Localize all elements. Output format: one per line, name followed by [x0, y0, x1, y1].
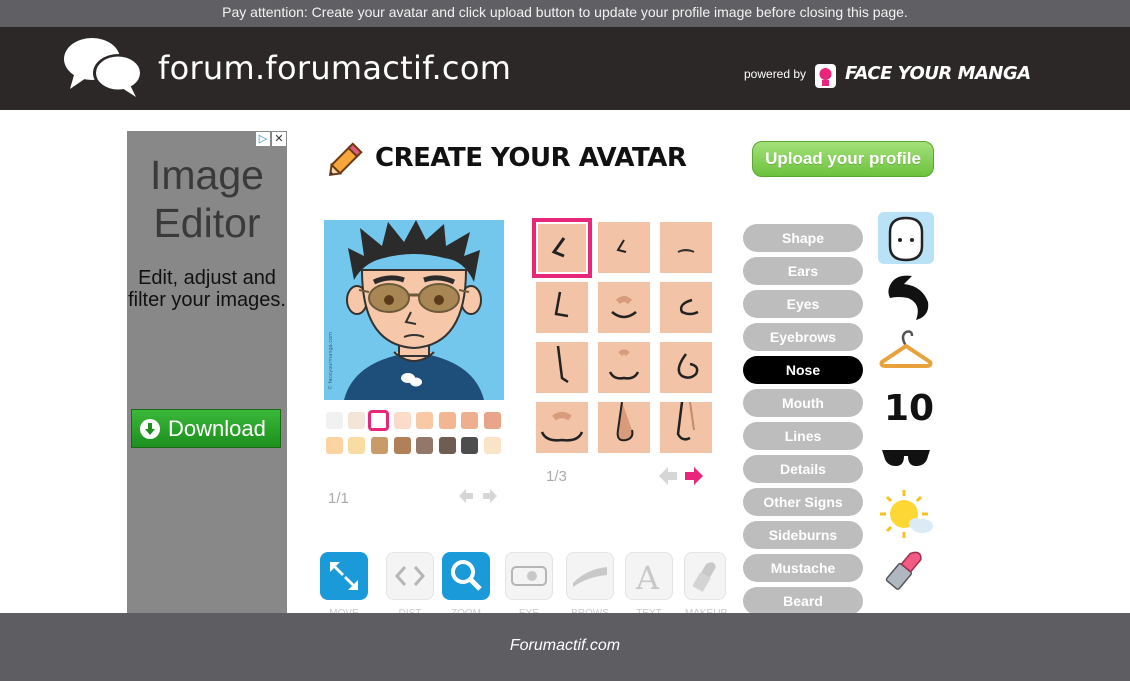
category-beard[interactable]: Beard: [743, 587, 863, 615]
skin-swatch[interactable]: [394, 437, 411, 454]
nose-option[interactable]: [598, 342, 650, 393]
skin-swatch[interactable]: [371, 437, 388, 454]
nose-option[interactable]: [598, 282, 650, 333]
download-arrow-icon: [140, 418, 160, 439]
svg-text:© faceyourmanga.com: © faceyourmanga.com: [327, 332, 334, 390]
distance-tool[interactable]: [386, 552, 434, 600]
svg-text:A: A: [635, 559, 660, 597]
site-title[interactable]: forum.forumactif.com: [158, 49, 511, 87]
category-shape[interactable]: Shape: [743, 224, 863, 252]
skin-swatch[interactable]: [348, 437, 365, 454]
hair-icon[interactable]: [878, 272, 934, 324]
arrow-left-icon[interactable]: [657, 465, 679, 487]
pencil-icon: [328, 142, 363, 177]
nose-pagination: [657, 465, 705, 487]
skin-swatch-selected[interactable]: [368, 410, 389, 431]
skin-swatch[interactable]: [439, 437, 456, 454]
category-eyes[interactable]: Eyes: [743, 290, 863, 318]
colors-page-indicator: 1/1: [328, 490, 349, 507]
avatar-preview: © faceyourmanga.com: [324, 220, 504, 400]
skin-swatch[interactable]: [394, 412, 411, 429]
lipstick-icon[interactable]: [878, 542, 934, 594]
notice-banner: Pay attention: Create your avatar and cl…: [0, 0, 1130, 27]
nose-option[interactable]: [536, 402, 588, 453]
avatar-illustration: © faceyourmanga.com: [324, 220, 504, 400]
skin-swatch[interactable]: [461, 412, 478, 429]
skin-swatch[interactable]: [484, 437, 501, 454]
ad-info-icon[interactable]: ▷: [256, 132, 270, 146]
arrow-left-icon[interactable]: [457, 487, 475, 505]
colors-pagination: [457, 487, 499, 505]
category-mustache[interactable]: Mustache: [743, 554, 863, 582]
ad-description: Edit, adjust and filter your images.: [128, 267, 286, 311]
category-other-signs[interactable]: Other Signs: [743, 488, 863, 516]
hanger-icon[interactable]: [878, 326, 934, 378]
nose-page-indicator: 1/3: [546, 468, 567, 485]
sunglasses-icon[interactable]: [878, 434, 934, 486]
eye-tool[interactable]: [505, 552, 553, 600]
nose-option[interactable]: [598, 222, 650, 273]
skin-swatch[interactable]: [416, 412, 433, 429]
site-footer[interactable]: Forumactif.com: [0, 613, 1130, 681]
skin-swatch[interactable]: [439, 412, 456, 429]
category-eyebrows[interactable]: Eyebrows: [743, 323, 863, 351]
upload-profile-button[interactable]: Upload your profile: [752, 141, 934, 177]
skin-swatch[interactable]: [326, 437, 343, 454]
skin-swatch[interactable]: [348, 412, 365, 429]
nose-option[interactable]: [660, 402, 712, 453]
ad-banner[interactable]: ▷ ✕ Image Editor Edit, adjust and filter…: [127, 131, 287, 613]
category-details[interactable]: Details: [743, 455, 863, 483]
nose-option-selected[interactable]: [532, 218, 592, 278]
resize-tool[interactable]: [320, 552, 368, 600]
arrow-right-icon[interactable]: [481, 487, 499, 505]
category-nose[interactable]: Nose: [743, 356, 863, 384]
number-10-icon[interactable]: 10: [878, 380, 934, 432]
chat-bubbles-icon: [64, 38, 143, 97]
skin-swatch[interactable]: [416, 437, 433, 454]
face-your-manga-logo-icon: [815, 64, 836, 88]
tool-bar: MOVE DIST ZOOM EYE BROWS A TEXT MAKEUP: [320, 552, 740, 619]
nose-option[interactable]: [660, 282, 712, 333]
site-header: forum.forumactif.com powered by FACE YOU…: [0, 27, 1130, 110]
powered-by-label: powered by: [744, 67, 807, 81]
category-sideburns[interactable]: Sideburns: [743, 521, 863, 549]
arrow-right-icon[interactable]: [683, 465, 705, 487]
zoom-tool[interactable]: [442, 552, 490, 600]
ad-download-label: Download: [168, 415, 266, 441]
makeup-tool[interactable]: [684, 552, 726, 600]
ad-close-icon[interactable]: ✕: [272, 132, 286, 146]
category-mouth[interactable]: Mouth: [743, 389, 863, 417]
nose-option[interactable]: [536, 342, 588, 393]
category-lines[interactable]: Lines: [743, 422, 863, 450]
skin-swatch[interactable]: [326, 412, 343, 429]
ad-download-button[interactable]: Download: [131, 409, 281, 448]
ad-title-line2: Editor: [153, 200, 261, 246]
skin-swatch[interactable]: [484, 412, 501, 429]
sun-cloud-icon[interactable]: [878, 488, 934, 540]
face-your-manga-brand[interactable]: FACE YOUR MANGA: [845, 63, 1031, 84]
text-tool[interactable]: A: [625, 552, 673, 600]
ad-title-line1: Image: [150, 152, 264, 198]
svg-text:10: 10: [884, 388, 934, 429]
nose-option[interactable]: [598, 402, 650, 453]
skin-swatch[interactable]: [461, 437, 478, 454]
face-shape-icon[interactable]: [874, 212, 934, 264]
page-title: CREATE YOUR AVATAR: [375, 143, 687, 173]
nose-option[interactable]: [660, 222, 712, 273]
ad-choices[interactable]: ▷ ✕: [256, 132, 286, 146]
nose-option[interactable]: [660, 342, 712, 393]
ad-title: Image Editor: [127, 151, 287, 247]
category-ears[interactable]: Ears: [743, 257, 863, 285]
eyebrow-tool[interactable]: [566, 552, 614, 600]
nose-option[interactable]: [536, 282, 588, 333]
